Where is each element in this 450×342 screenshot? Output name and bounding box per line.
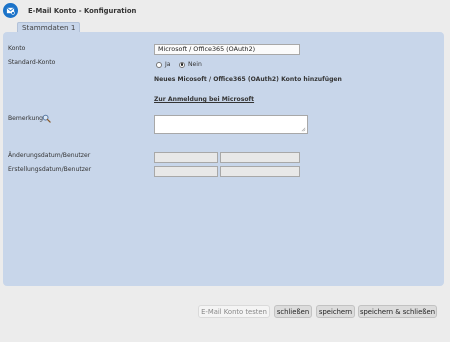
- resize-grip-icon[interactable]: [301, 127, 306, 132]
- radio-nein[interactable]: Nein: [179, 61, 202, 68]
- radio-ja[interactable]: Ja: [156, 61, 171, 68]
- bemerkung-textarea[interactable]: [154, 115, 308, 134]
- aenderung-label: Änderungsdatum/Benutzer: [8, 152, 91, 159]
- window-title: E-Mail Konto - Konfiguration: [28, 7, 137, 15]
- magnifier-icon[interactable]: [42, 114, 51, 123]
- konto-select[interactable]: Microsoft / Office365 (OAuth2): [154, 44, 300, 55]
- konto-label: Konto: [8, 45, 26, 52]
- microsoft-login-link[interactable]: Zur Anmeldung bei Microsoft: [154, 96, 254, 103]
- erstellung-label: Erstellungsdatum/Benutzer: [8, 166, 92, 173]
- erstellung-date-field: [154, 166, 218, 177]
- info-text: Neues Micosoft / Office365 (OAuth2) Kont…: [154, 76, 342, 83]
- erstellung-user-field: [220, 166, 300, 177]
- save-button[interactable]: speichern: [316, 305, 355, 318]
- email-config-icon: [3, 3, 18, 18]
- standard-konto-label: Standard-Konto: [8, 59, 56, 66]
- bemerkung-label: Bemerkung: [8, 115, 44, 122]
- radio-ja-label: Ja: [165, 61, 171, 68]
- close-button[interactable]: schließen: [274, 305, 312, 318]
- radio-nein-dot[interactable]: [179, 61, 185, 68]
- radio-ja-dot[interactable]: [156, 61, 162, 68]
- aenderung-user-field: [220, 152, 300, 163]
- aenderung-date-field: [154, 152, 218, 163]
- save-close-button[interactable]: speichern & schließen: [358, 305, 437, 318]
- radio-nein-label: Nein: [188, 61, 202, 68]
- window-titlebar: E-Mail Konto - Konfiguration: [0, 0, 450, 22]
- test-account-button[interactable]: E-Mail Konto testen: [198, 305, 270, 318]
